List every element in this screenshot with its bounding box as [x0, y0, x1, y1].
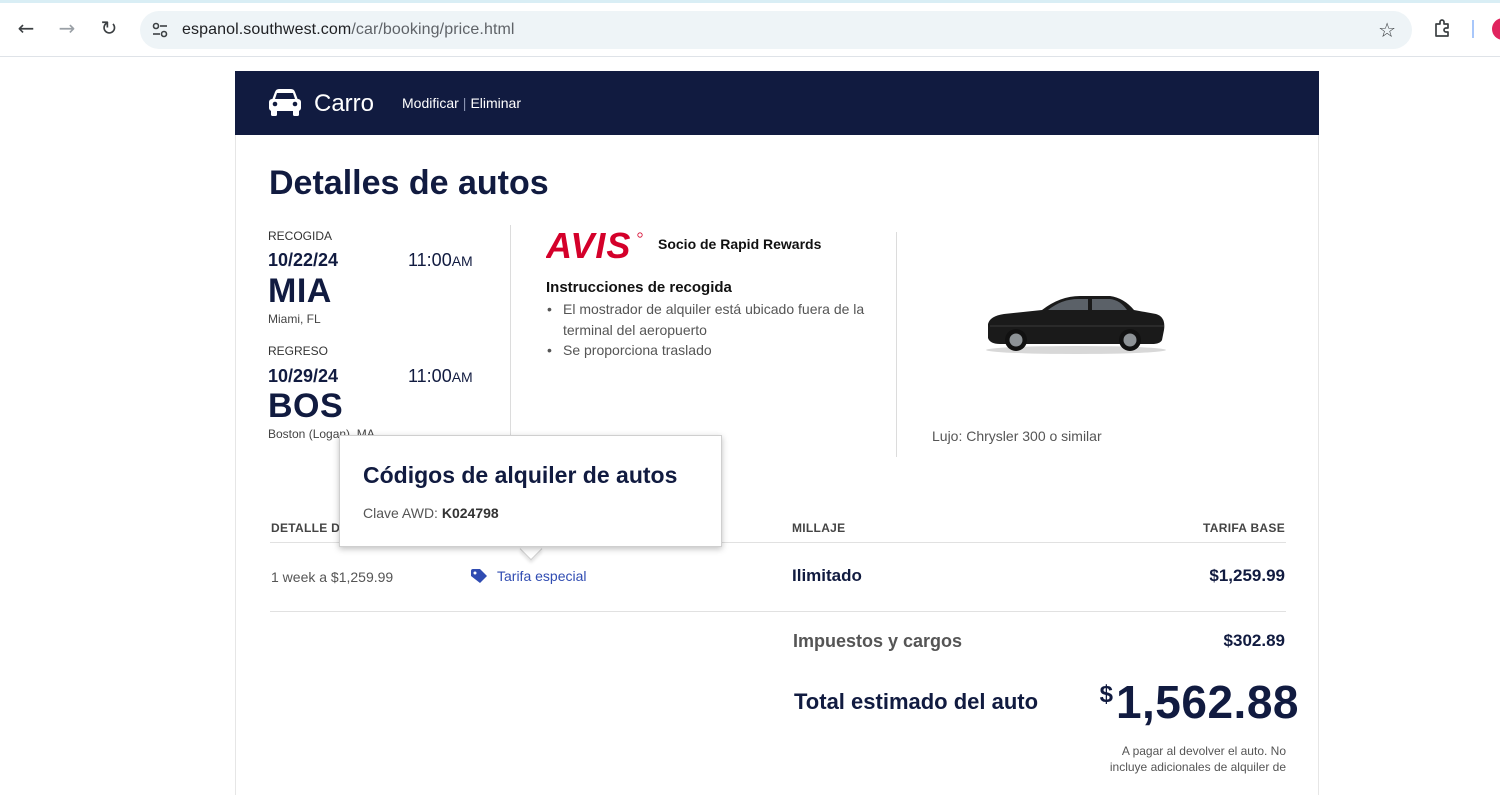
- rental-duration: 1 week a $1,259.99: [271, 569, 394, 585]
- rapid-rewards-partner: Socio de Rapid Rewards: [658, 236, 822, 252]
- base-rate-value: $1,259.99: [1209, 566, 1285, 585]
- column-header-detail: DETALLE DE: [271, 521, 349, 535]
- column-header-mileage: MILLAJE: [792, 521, 846, 535]
- header-actions: Modificar | Eliminar: [402, 95, 521, 111]
- site-settings-icon[interactable]: [150, 20, 170, 40]
- car-class: Lujo: Chrysler 300 o similar: [932, 428, 1102, 444]
- pickup-instruction-item: El mostrador de alquiler está ubicado fu…: [546, 299, 876, 340]
- toolbar-divider: [1472, 20, 1474, 38]
- return-airport-code: BOS: [268, 387, 344, 425]
- column-divider-right: [896, 232, 897, 457]
- car-header-title: Carro: [314, 90, 375, 117]
- column-header-base-rate: TARIFA BASE: [1203, 521, 1285, 535]
- total-value: 1,562.88: [1115, 676, 1299, 728]
- profile-avatar[interactable]: [1492, 18, 1500, 40]
- awd-label: Clave AWD:: [363, 505, 438, 521]
- return-time-ampm: AM: [451, 369, 473, 385]
- delete-link[interactable]: Eliminar: [470, 95, 521, 111]
- avis-logo-text: AVIS: [546, 227, 631, 263]
- reload-icon[interactable]: ↻: [96, 15, 122, 41]
- pickup-airport-code: MIA: [268, 272, 332, 310]
- taxes-value: $302.89: [1223, 631, 1285, 650]
- special-rate-link[interactable]: Tarifa especial: [470, 568, 587, 584]
- car-image: [986, 296, 1166, 354]
- pickup-time-ampm: AM: [451, 253, 473, 269]
- special-rate-label[interactable]: Tarifa especial: [497, 568, 587, 584]
- forward-arrow-icon[interactable]: →: [54, 15, 80, 41]
- pickup-time-value: 11:00: [408, 250, 452, 270]
- mileage-value: Ilimitado: [792, 566, 862, 585]
- taxes-label: Impuestos y cargos: [793, 631, 963, 651]
- page-title: Detalles de autos: [269, 164, 549, 202]
- url-path: /car/booking/price.html: [351, 21, 515, 38]
- tab-strip-edge: [0, 0, 1500, 3]
- pickup-instruction-item: Se proporciona traslado: [546, 340, 876, 361]
- return-time: 11:00AM: [408, 366, 473, 387]
- back-arrow-icon[interactable]: ←: [13, 15, 39, 41]
- pickup-city: Miami, FL: [268, 312, 321, 326]
- address-bar[interactable]: espanol.southwest.com/car/booking/price.…: [140, 11, 1412, 49]
- pickup-time: 11:00AM: [408, 250, 473, 271]
- pickup-label: RECOGIDA: [268, 229, 333, 243]
- car-section-header: Carro Modificar | Eliminar: [235, 71, 1319, 135]
- price-tag-icon: [471, 569, 487, 583]
- return-time-value: 11:00: [408, 366, 452, 386]
- column-divider-left: [510, 225, 511, 435]
- header-link-divider: |: [462, 95, 467, 111]
- awd-value: K024798: [441, 505, 499, 521]
- bookmark-star-icon[interactable]: ☆: [1378, 18, 1396, 42]
- table-row-divider: [270, 611, 1286, 612]
- pickup-instructions-title: Instrucciones de recogida: [546, 279, 732, 296]
- url-text[interactable]: espanol.southwest.com/car/booking/price.…: [182, 21, 515, 39]
- avis-logo: AVIS: [546, 227, 643, 263]
- awd-code-line: Clave AWD: K024798: [363, 505, 499, 521]
- extensions-icon[interactable]: [1432, 17, 1454, 39]
- return-date: 10/29/24: [268, 366, 339, 386]
- car-icon: [269, 89, 301, 116]
- modify-link[interactable]: Modificar: [402, 95, 459, 111]
- pickup-instructions-list: El mostrador de alquiler está ubicado fu…: [546, 299, 876, 361]
- total-note: A pagar al devolver el auto. No incluye …: [1109, 744, 1286, 774]
- url-host: espanol.southwest.com: [182, 21, 352, 38]
- browser-toolbar: ← → ↻ espanol.southwest.com/car/booking/…: [0, 0, 1500, 57]
- return-label: REGRESO: [268, 344, 329, 358]
- total-amount: $ 1,562.88: [1100, 675, 1299, 729]
- popup-title: Códigos de alquiler de autos: [363, 462, 678, 488]
- total-currency: $: [1099, 681, 1113, 708]
- total-label: Total estimado del auto: [794, 689, 1039, 714]
- pickup-date: 10/22/24: [268, 250, 339, 270]
- rental-codes-popup: Códigos de alquiler de autos Clave AWD: …: [339, 435, 722, 547]
